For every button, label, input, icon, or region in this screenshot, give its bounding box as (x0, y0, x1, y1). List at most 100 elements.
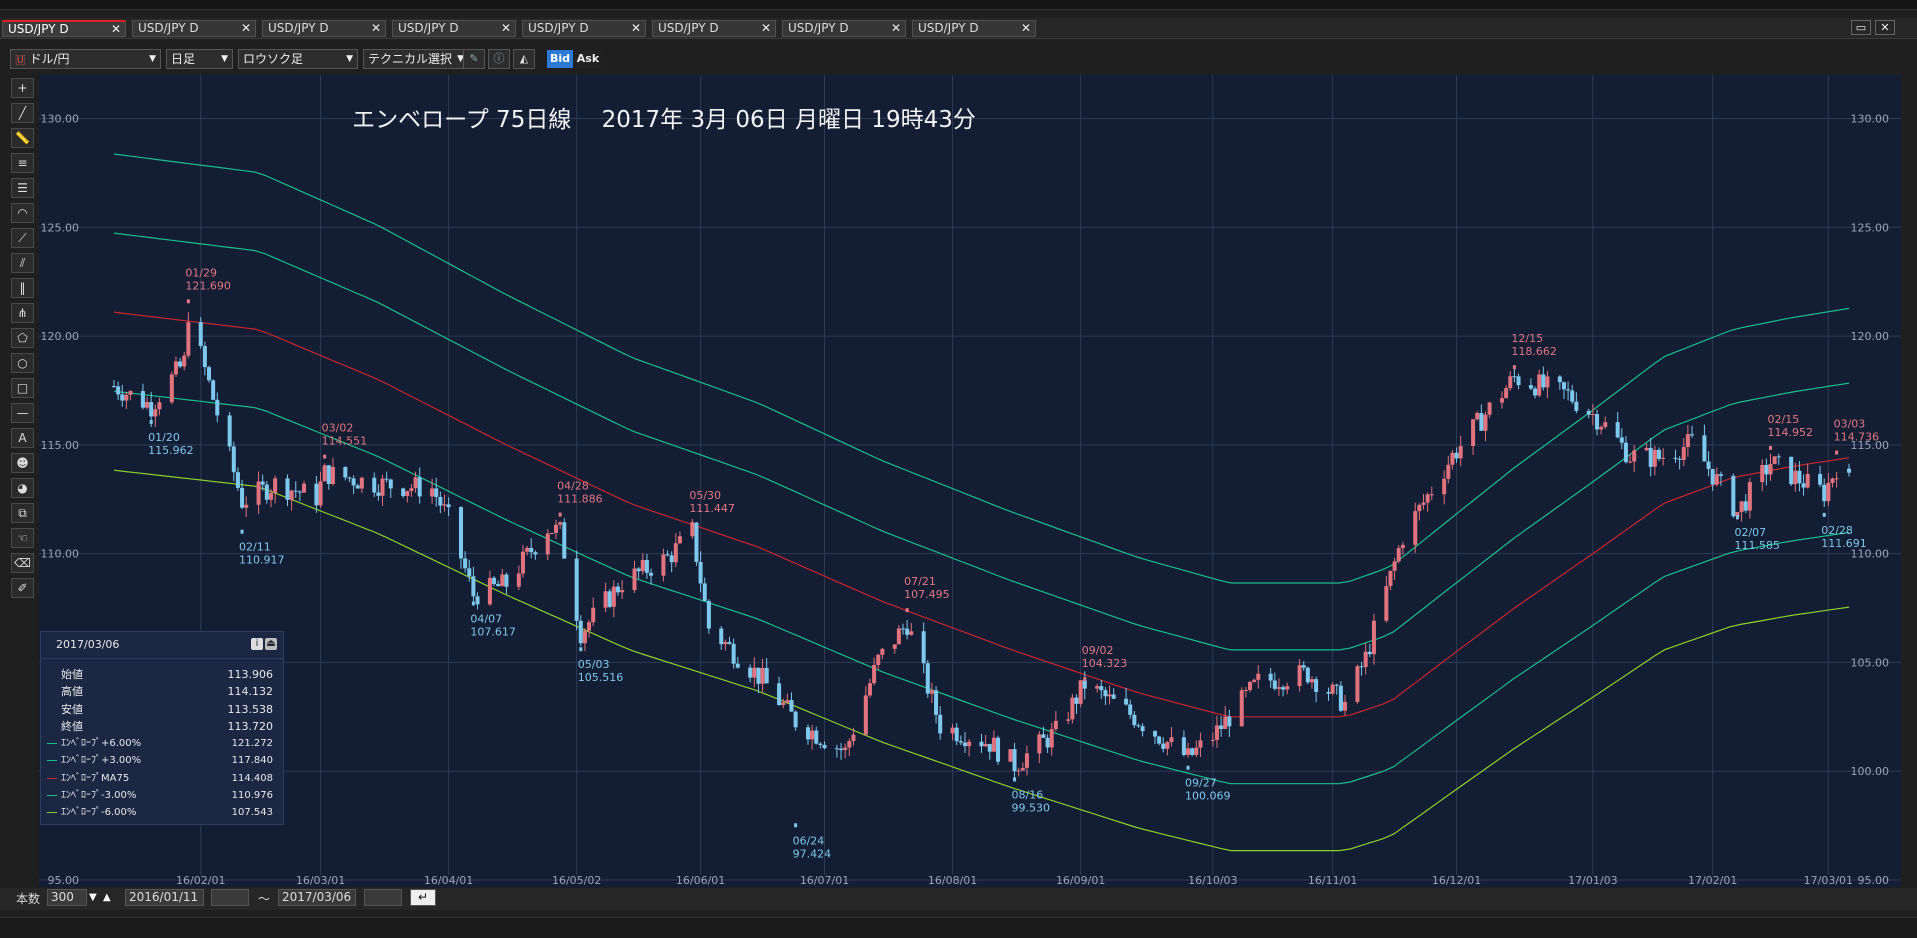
candle-bear (921, 631, 926, 664)
chart-area[interactable]: 95.0095.00100.00100.00105.00105.00110.00… (39, 75, 1901, 887)
restore-icon[interactable]: ▭ (1851, 20, 1871, 35)
tab-close-icon[interactable]: ✕ (761, 21, 771, 36)
candle-bull (851, 734, 856, 742)
tab-close-icon[interactable]: ✕ (111, 22, 121, 37)
vertical-lines-icon[interactable]: ‖ (11, 278, 34, 298)
chart-type-select[interactable]: ロウソク足 ▼ (238, 49, 358, 69)
tab-close-icon[interactable]: ✕ (371, 21, 381, 36)
envelope-minus3-row: ｴﾝﾍﾞﾛｰﾌﾟ-3.00% 110.976 (41, 787, 283, 804)
candle-bull (1247, 681, 1253, 691)
candle-bull (632, 568, 637, 591)
x-tick-label: 16/10/03 (1188, 874, 1237, 887)
stamp-icon[interactable]: ☻ (11, 453, 34, 473)
close-icon[interactable]: ✕ (1875, 20, 1895, 35)
tab-6[interactable]: USD/JPY D ✕ (652, 20, 776, 37)
rectangle-icon[interactable]: □ (11, 378, 34, 398)
technical-select[interactable]: テクニカル選択 ▼ (363, 49, 469, 69)
hand-icon[interactable]: ☜ (11, 528, 34, 548)
time-from-input[interactable] (211, 889, 249, 906)
tab-2[interactable]: USD/JPY D ✕ (132, 20, 256, 37)
fibonacci-icon[interactable]: ☰ (11, 178, 34, 198)
candle-bull (413, 477, 418, 489)
fan-icon[interactable]: ⟋ (11, 228, 34, 248)
count-down-icon[interactable]: ▼ (89, 892, 97, 903)
candle-bull (1194, 747, 1199, 755)
timeframe-select[interactable]: 日足 ▼ (166, 49, 233, 69)
y-tick-label-right: 105.00 (1851, 656, 1890, 669)
ruler-icon[interactable]: 📏 (11, 128, 34, 148)
collapse-icon[interactable]: ⏏ (265, 638, 277, 650)
candle-bull (909, 631, 914, 635)
candle-bear (934, 690, 939, 715)
tab-3[interactable]: USD/JPY D ✕ (262, 20, 386, 37)
candle-bull (1239, 690, 1244, 727)
candle-bull (1053, 720, 1058, 730)
arc-icon[interactable]: ◠ (11, 203, 34, 223)
pitchfork-icon[interactable]: ⋔ (11, 303, 34, 323)
candle-bear (996, 737, 1001, 762)
candle-bull (1413, 511, 1418, 545)
candle-bear (1516, 376, 1521, 386)
mountain-chart-icon[interactable]: ◭ (513, 49, 535, 69)
date-from-input[interactable]: 2016/01/11 (125, 889, 204, 906)
candle-bull (1285, 686, 1290, 690)
candle-bear (438, 496, 443, 506)
candlestick-chart[interactable]: 95.0095.00100.00100.00105.00105.00110.00… (39, 75, 1901, 887)
annotation-value: 111.886 (557, 493, 603, 506)
envelope-minus3-label: ｴﾝﾍﾞﾛｰﾌﾟ-3.00% (61, 790, 137, 802)
text-icon[interactable]: A (11, 428, 34, 448)
bid-button[interactable]: Bid (547, 50, 573, 68)
tab-1[interactable]: USD/JPY D ✕ (2, 20, 126, 37)
crosshair-icon[interactable]: + (11, 78, 34, 98)
candle-bull (1388, 570, 1393, 587)
tab-7[interactable]: USD/JPY D ✕ (782, 20, 906, 37)
delete-all-icon[interactable]: ✐ (11, 578, 34, 598)
candle-bull (1049, 729, 1054, 748)
candle-bull (781, 702, 786, 706)
tab-label: USD/JPY D (138, 21, 199, 35)
currency-pair-select[interactable]: 🇺 ドル/円 ▼ (10, 49, 161, 69)
horizontal-lines-icon[interactable]: ≡ (11, 153, 34, 173)
return-icon[interactable]: ↵ (410, 889, 436, 906)
pentagon-icon[interactable]: ⬠ (11, 328, 34, 348)
top-menu-bar[interactable] (0, 0, 1917, 10)
candle-bull (1442, 478, 1447, 495)
circle-icon[interactable]: ○ (11, 353, 34, 373)
bar-count-input[interactable]: 300 (47, 889, 87, 906)
info-icon[interactable]: i (251, 638, 263, 650)
tab-8[interactable]: USD/JPY D ✕ (912, 20, 1036, 37)
channel-icon[interactable]: ⫽ (11, 253, 34, 273)
candle-bear (1710, 468, 1715, 485)
tab-close-icon[interactable]: ✕ (501, 21, 511, 36)
info-icon[interactable]: ⓘ (488, 49, 510, 69)
annotation-date: 02/07 (1734, 526, 1766, 539)
candle-bear (1557, 376, 1562, 383)
tab-close-icon[interactable]: ✕ (631, 21, 641, 36)
candle-bull (1805, 473, 1810, 488)
count-up-icon[interactable]: ▲ (103, 892, 111, 903)
candle-bull (929, 690, 934, 694)
draw-pen-icon[interactable]: ✎ (463, 49, 485, 69)
tab-5[interactable]: USD/JPY D ✕ (522, 20, 646, 37)
horizontal-line-icon[interactable]: — (11, 403, 34, 423)
time-to-input[interactable] (364, 889, 402, 906)
candle-bear (388, 479, 393, 489)
eraser-icon[interactable]: ⌫ (11, 553, 34, 573)
candle-bull (1739, 501, 1744, 513)
tab-close-icon[interactable]: ✕ (891, 21, 901, 36)
copy-icon[interactable]: ⧉ (11, 503, 34, 523)
annotation-date: 08/16 (1012, 788, 1044, 801)
bar-count-label: 本数 (16, 892, 41, 906)
tab-4[interactable]: USD/JPY D ✕ (392, 20, 516, 37)
tab-close-icon[interactable]: ✕ (241, 21, 251, 36)
candle-bull (1537, 374, 1542, 396)
x-tick-label: 17/03/01 (1804, 874, 1853, 887)
magnet-icon[interactable]: ◕ (11, 478, 34, 498)
date-to-input[interactable]: 2017/03/06 (278, 889, 356, 906)
trend-line-icon[interactable]: ╱ (11, 103, 34, 123)
candle-bull (1487, 402, 1492, 415)
candle-bear (140, 391, 145, 408)
candle-bear (702, 583, 707, 601)
tab-close-icon[interactable]: ✕ (1021, 21, 1031, 36)
ask-button[interactable]: Ask (575, 50, 601, 68)
